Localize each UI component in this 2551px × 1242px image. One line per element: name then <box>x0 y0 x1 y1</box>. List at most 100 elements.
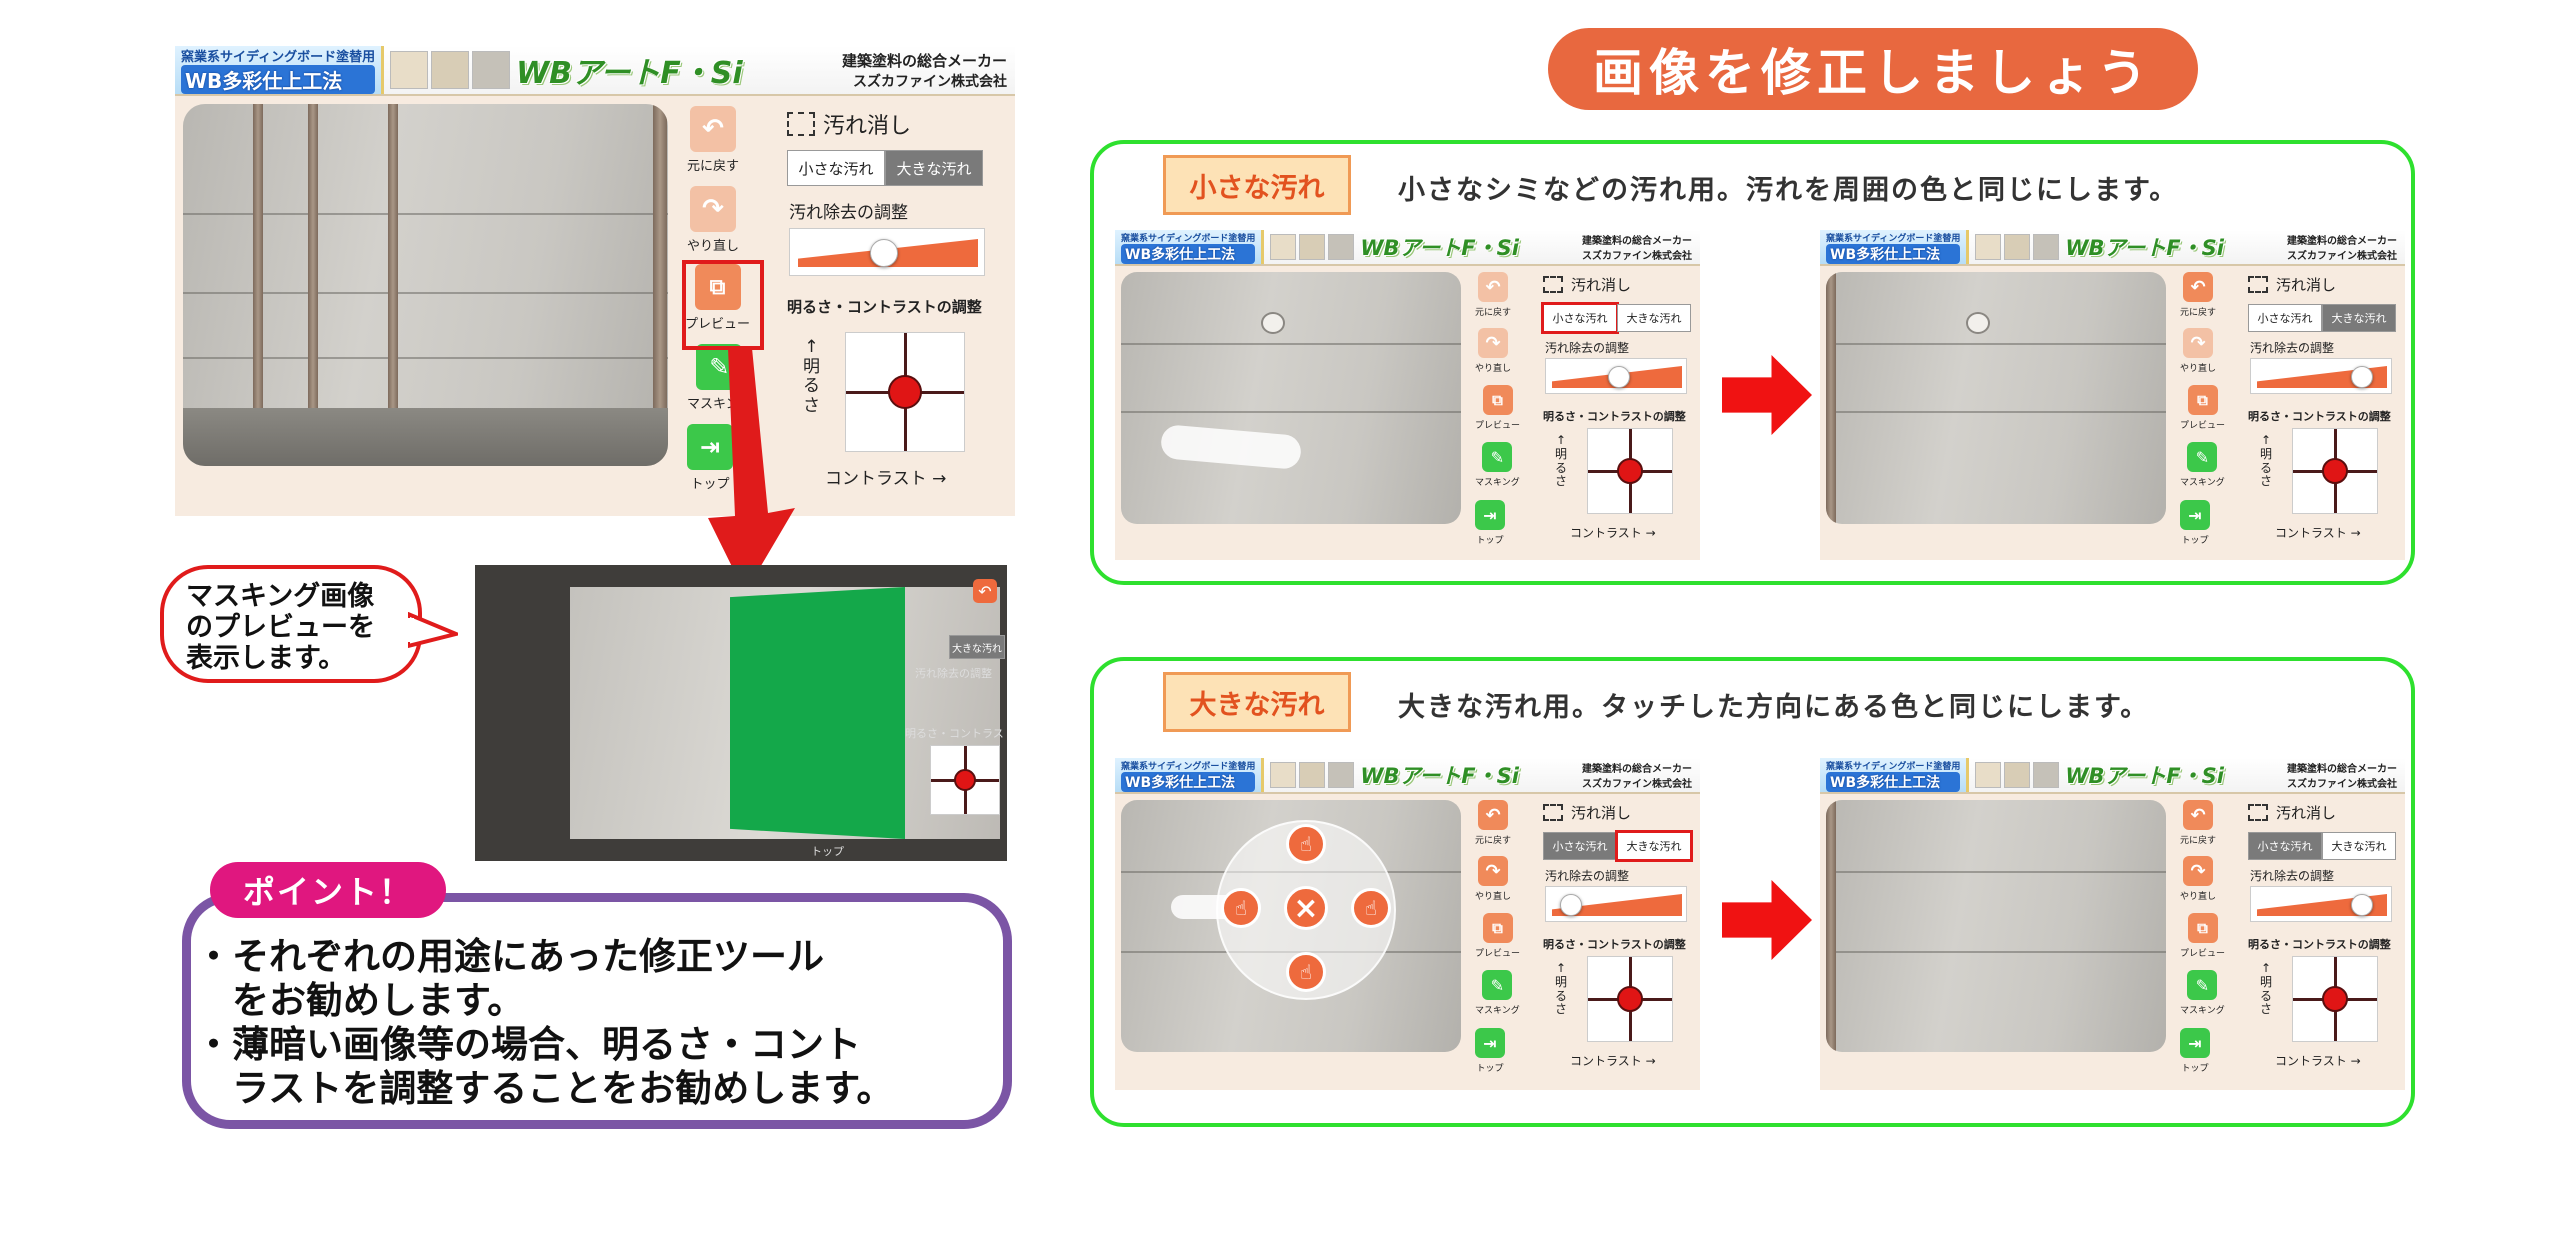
removal-slider[interactable] <box>2250 358 2392 394</box>
wall-seam <box>1826 342 2166 345</box>
wall-photo[interactable] <box>183 104 668 466</box>
maker-name: スズカファイン株式会社 <box>1582 779 1692 790</box>
undo-icon: ↶ <box>690 106 736 152</box>
touch-up-button[interactable]: ☝ <box>1286 824 1326 864</box>
preview-button[interactable]: ⧉ プレビュー <box>2180 913 2225 959</box>
undo-button[interactable]: ↶ 元に戻す <box>1475 800 1511 846</box>
removal-slider[interactable] <box>789 228 985 276</box>
tab-large-stain[interactable]: 大きな汚れ <box>1615 830 1693 862</box>
top-button[interactable]: ⇥ トップ <box>1475 500 1505 546</box>
undo-button[interactable]: ↶ 元に戻す <box>2180 272 2216 318</box>
removal-adjust-label: 汚れ除去の調整 <box>1545 341 1630 355</box>
masking-label: マスキング <box>2180 478 2225 488</box>
pad-handle[interactable] <box>888 375 922 409</box>
slider-knob[interactable] <box>1608 366 1630 388</box>
brightness-arrow: ↑ <box>1555 433 1567 447</box>
stain-remove-title: 汚れ消し <box>2248 802 2336 823</box>
tab-small-stain[interactable]: 小さな汚れ <box>1543 832 1617 860</box>
preview-button[interactable]: ⧉ プレビュー <box>1475 385 1520 431</box>
redo-button[interactable]: ↷ やり直し <box>1475 328 1511 374</box>
removal-slider[interactable] <box>1545 358 1687 394</box>
removal-slider[interactable] <box>1545 886 1687 922</box>
preview-button[interactable]: ⧉ プレビュー <box>2180 385 2225 431</box>
tab-large-stain[interactable]: 大きな汚れ <box>1617 304 1691 332</box>
brightness-label: ↑ 明 る さ <box>2260 961 2273 1017</box>
masking-button[interactable]: ✎ マスキング <box>1475 442 1520 488</box>
removal-slider[interactable] <box>2250 886 2392 922</box>
redo-button[interactable]: ↷ やり直し <box>2180 856 2216 902</box>
contrast-label: コントラスト → <box>1570 526 1656 540</box>
wall-photo[interactable] <box>1121 272 1461 524</box>
masking-button[interactable]: ✎ マスキング <box>2180 970 2225 1016</box>
top-button[interactable]: ⇥ トップ <box>1475 1028 1505 1074</box>
maker-name: スズカファイン株式会社 <box>2287 779 2397 790</box>
undo-label: 元に戻す <box>1475 836 1512 846</box>
redo-icon: ↷ <box>1478 328 1508 358</box>
masking-button[interactable]: ✎ マスキング <box>1475 970 1520 1016</box>
preview-pad <box>930 745 1000 815</box>
stain-size-tabs: 小さな汚れ 大きな汚れ <box>2248 304 2396 332</box>
slider-knob[interactable] <box>2351 366 2373 388</box>
preview-icon: ⧉ <box>1482 913 1513 943</box>
pad-handle[interactable] <box>2322 986 2348 1012</box>
undo-button[interactable]: ↶ 元に戻す <box>2180 800 2216 846</box>
touch-right-button[interactable]: ☝ <box>1351 888 1391 928</box>
top-button[interactable]: ⇥ トップ <box>2180 500 2210 546</box>
pad-handle[interactable] <box>1617 458 1643 484</box>
redo-label: やり直し <box>2180 892 2217 902</box>
tab-small-stain[interactable]: 小さな汚れ <box>2248 832 2322 860</box>
brightness-contrast-pad[interactable] <box>1587 956 1673 1042</box>
wall-photo[interactable] <box>1826 800 2166 1052</box>
undo-button[interactable]: ↶ 元に戻す <box>687 106 739 174</box>
tab-small-stain[interactable]: 小さな汚れ <box>787 150 885 186</box>
undo-icon: ↶ <box>1478 272 1508 302</box>
touch-left-button[interactable]: ☝ <box>1221 888 1261 928</box>
wall-seam <box>1121 410 1461 413</box>
brightness-char: 明 <box>2260 974 2273 989</box>
wall-photo[interactable]: ☝ ☝ ☝ ☝ × <box>1121 800 1461 1052</box>
redo-button[interactable]: ↷ やり直し <box>687 186 739 254</box>
slider-knob[interactable] <box>870 239 898 267</box>
tab-large-stain[interactable]: 大きな汚れ <box>2322 832 2396 860</box>
brightness-contrast-pad[interactable] <box>845 332 965 452</box>
brightness-contrast-pad[interactable] <box>2292 956 2378 1042</box>
redo-label: やり直し <box>687 239 740 254</box>
stain-remove-label: 汚れ消し <box>1571 804 1632 822</box>
brightness-contrast-pad[interactable] <box>2292 428 2378 514</box>
brightness-arrow: ↑ <box>1555 961 1567 975</box>
redo-button[interactable]: ↷ やり直し <box>2180 328 2216 374</box>
pad-handle[interactable] <box>2322 458 2348 484</box>
slider-knob[interactable] <box>2351 894 2373 916</box>
tab-small-stain[interactable]: 小さな汚れ <box>2248 304 2322 332</box>
stain-remove-title: 汚れ消し <box>787 108 911 140</box>
texture-swatches <box>1270 762 1355 788</box>
wall-photo[interactable] <box>1826 272 2166 524</box>
maker-block: 建築塗料の総合メーカー スズカファイン株式会社 <box>1582 760 1700 790</box>
preview-button[interactable]: ⧉ プレビュー <box>1475 913 1520 959</box>
brightness-contrast-title: 明るさ・コントラストの調整 <box>2248 410 2391 423</box>
tab-large-stain[interactable]: 大きな汚れ <box>885 150 983 186</box>
tab-large-stain[interactable]: 大きな汚れ <box>2322 304 2396 332</box>
stain-mark <box>1261 312 1285 334</box>
app-header: 窯業系サイディングボード塗替用 WB多彩仕上工法 WBアートF・Si 建築塗料の… <box>1820 230 2405 266</box>
top-button[interactable]: ⇥ トップ <box>2180 1028 2210 1074</box>
bubble-line: のプレビューを <box>186 612 375 643</box>
maker-tagline: 建築塗料の総合メーカー <box>1582 764 1692 775</box>
undo-button[interactable]: ↶ 元に戻す <box>1475 272 1511 318</box>
close-icon[interactable]: × <box>1284 886 1328 930</box>
brightness-char: さ <box>1555 1002 1568 1017</box>
app-header: 窯業系サイディングボード塗替用 WB多彩仕上工法 WBアートF・Si 建築塗料の… <box>1115 758 1700 794</box>
exit-icon: ⇥ <box>1475 500 1505 530</box>
brightness-contrast-pad[interactable] <box>1587 428 1673 514</box>
redo-icon: ↷ <box>2183 856 2213 886</box>
point-text: ・それぞれの用途にあった修正ツール をお勧めします。 ・薄暗い画像等の場合、明る… <box>195 935 894 1111</box>
red-arrow-to-preview <box>708 348 795 593</box>
redo-button[interactable]: ↷ やり直し <box>1475 856 1511 902</box>
brightness-char: さ <box>2260 1002 2273 1017</box>
masking-button[interactable]: ✎ マスキング <box>2180 442 2225 488</box>
tab-small-stain[interactable]: 小さな汚れ <box>1541 302 1619 334</box>
slider-knob[interactable] <box>1560 894 1582 916</box>
top-label: トップ <box>2181 1064 2209 1074</box>
pad-handle[interactable] <box>1617 986 1643 1012</box>
touch-down-button[interactable]: ☝ <box>1286 952 1326 992</box>
